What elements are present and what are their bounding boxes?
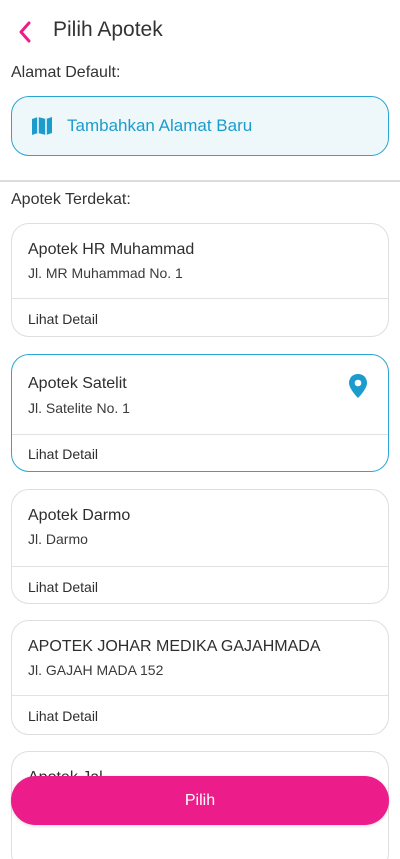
- pharmacy-card[interactable]: Apotek Darmo Jl. Darmo Lihat Detail: [11, 489, 389, 604]
- pharmacy-address: Jl. Satelite No. 1: [28, 400, 130, 416]
- view-detail-link[interactable]: Lihat Detail: [28, 311, 98, 327]
- pharmacy-card-selected[interactable]: Apotek Satelit Jl. Satelite No. 1 Lihat …: [11, 354, 389, 472]
- pharmacy-address: Jl. GAJAH MADA 152: [28, 662, 164, 678]
- pharmacy-list: Apotek HR Muhammad Jl. MR Muhammad No. 1…: [0, 0, 400, 859]
- pharmacy-name: Apotek Satelit: [28, 375, 127, 392]
- card-divider: [12, 566, 388, 567]
- pharmacy-name: APOTEK JOHAR MEDIKA GAJAHMADA: [28, 638, 321, 655]
- pharmacy-card[interactable]: APOTEK JOHAR MEDIKA GAJAHMADA Jl. GAJAH …: [11, 620, 389, 735]
- pharmacy-address: Jl. Darmo: [28, 531, 88, 547]
- pharmacy-name: Apotek HR Muhammad: [28, 241, 195, 258]
- view-detail-link[interactable]: Lihat Detail: [28, 579, 98, 595]
- select-button[interactable]: Pilih: [11, 776, 389, 825]
- view-detail-link[interactable]: Lihat Detail: [28, 708, 98, 724]
- location-pin-icon: [349, 374, 367, 398]
- pharmacy-address: Jl. MR Muhammad No. 1: [28, 265, 183, 281]
- card-divider: [12, 298, 388, 299]
- pharmacy-name: Apotek Darmo: [28, 507, 131, 524]
- view-detail-link[interactable]: Lihat Detail: [28, 446, 98, 462]
- pharmacy-card[interactable]: Apotek HR Muhammad Jl. MR Muhammad No. 1…: [11, 223, 389, 337]
- card-divider: [12, 434, 388, 435]
- card-divider: [12, 695, 388, 696]
